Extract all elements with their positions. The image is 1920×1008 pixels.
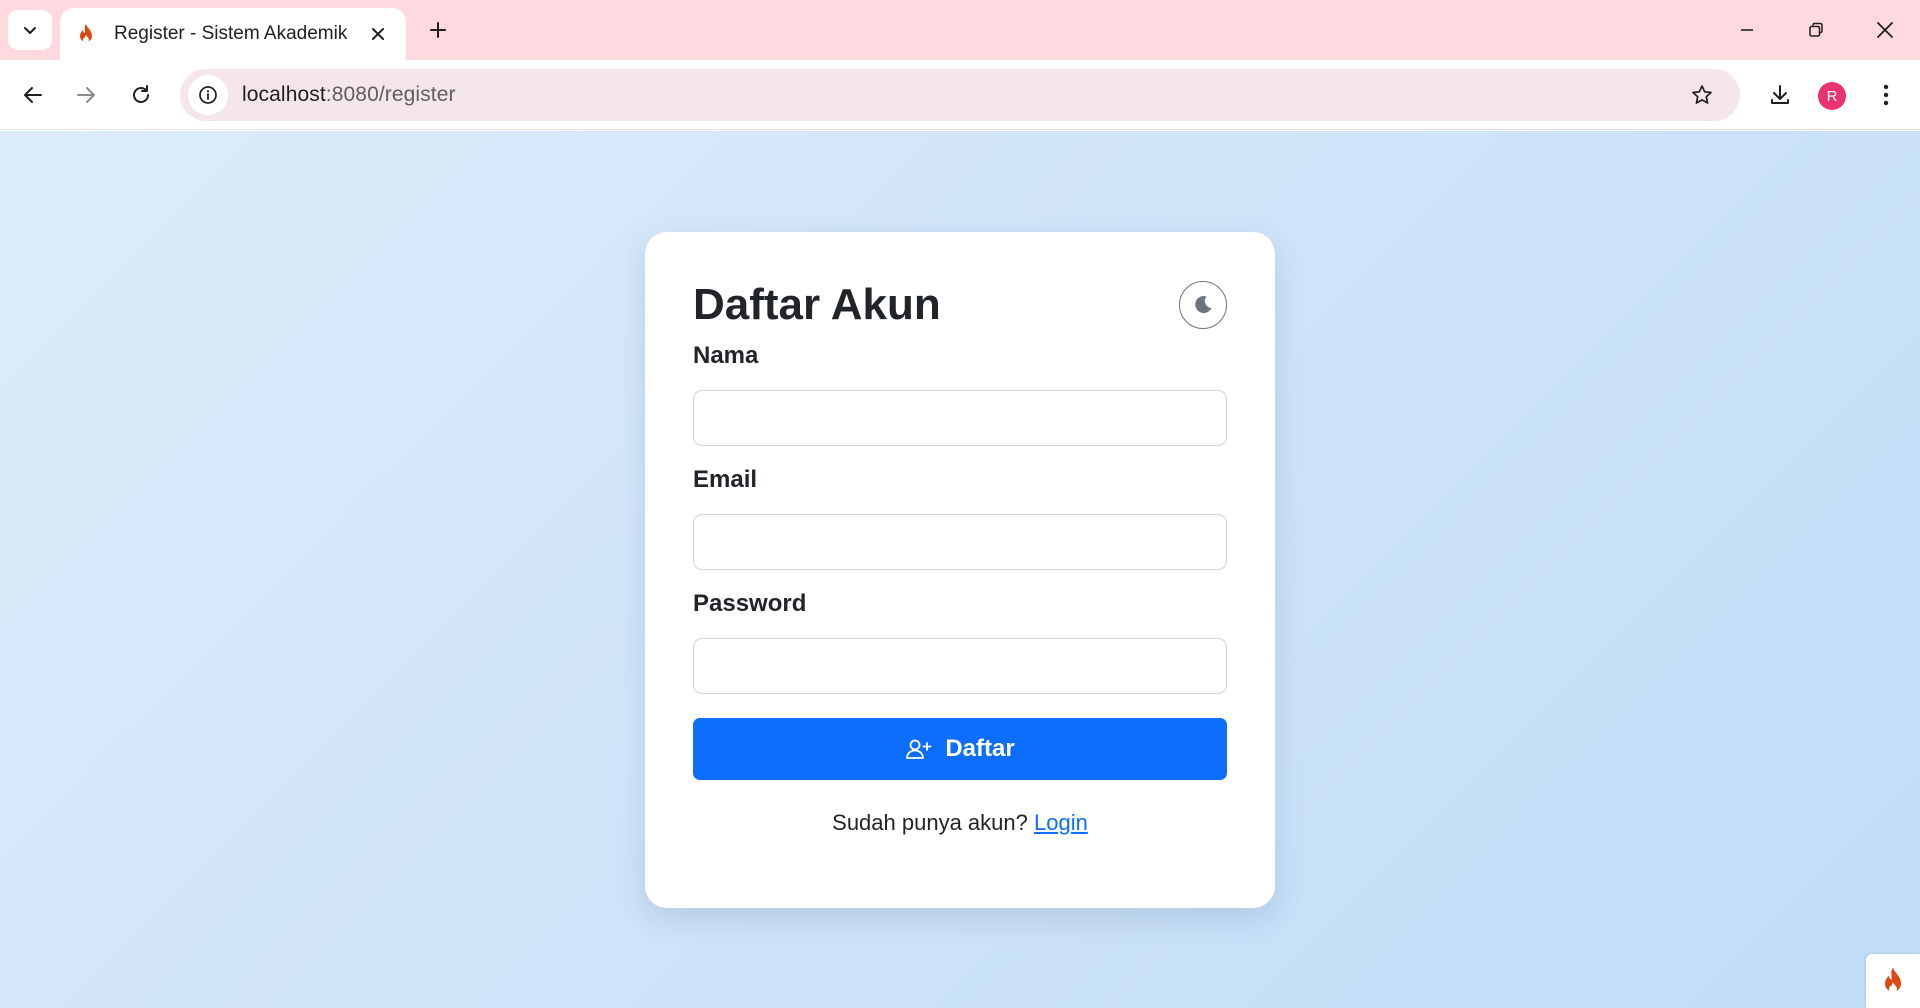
name-label: Nama xyxy=(693,342,759,369)
register-card: Daftar Akun Nama Email Password Daftar S… xyxy=(645,232,1275,908)
url-host: localhost xyxy=(242,83,326,106)
flame-icon xyxy=(74,22,98,46)
name-input[interactable] xyxy=(693,390,1227,446)
new-tab-button[interactable] xyxy=(420,12,456,48)
debug-toolbar-toggle[interactable] xyxy=(1866,954,1920,1008)
browser-toolbar: localhost:8080/register R xyxy=(0,60,1920,130)
browser-menu-button[interactable] xyxy=(1864,73,1908,117)
more-vert-icon xyxy=(1883,84,1889,106)
moon-icon xyxy=(1195,296,1212,314)
page-viewport: Daftar Akun Nama Email Password Daftar S… xyxy=(0,131,1920,1008)
chevron-down-icon xyxy=(24,27,36,34)
login-prompt-text: Sudah punya akun? xyxy=(832,810,1028,835)
register-submit-button[interactable]: Daftar xyxy=(693,718,1227,780)
password-label: Password xyxy=(693,590,807,617)
email-input[interactable] xyxy=(693,514,1227,570)
card-header: Daftar Akun xyxy=(693,232,1227,342)
tab-search-button[interactable] xyxy=(8,10,52,50)
back-button[interactable] xyxy=(11,73,55,117)
address-bar[interactable]: localhost:8080/register xyxy=(180,69,1740,121)
email-label: Email xyxy=(693,466,758,493)
close-icon xyxy=(372,28,384,40)
reload-icon xyxy=(133,85,149,103)
browser-tabstrip: Register - Sistem Akademik xyxy=(0,0,1920,60)
restore-button[interactable] xyxy=(1782,0,1850,60)
forward-button[interactable] xyxy=(64,73,108,117)
site-info-button[interactable] xyxy=(188,75,228,115)
page-title: Daftar Akun xyxy=(693,280,941,329)
minimize-button[interactable] xyxy=(1713,0,1781,60)
info-icon xyxy=(199,86,217,104)
close-window-button[interactable] xyxy=(1851,0,1919,60)
plus-icon xyxy=(430,22,446,38)
downloads-button[interactable] xyxy=(1758,73,1802,117)
restore-icon xyxy=(1809,22,1823,37)
person-add-icon xyxy=(906,739,932,759)
url-path: :8080/register xyxy=(325,83,456,106)
close-icon xyxy=(1877,22,1893,38)
password-input[interactable] xyxy=(693,638,1227,694)
minimize-icon xyxy=(1741,29,1753,31)
flame-icon xyxy=(1885,967,1901,993)
theme-toggle-button[interactable] xyxy=(1179,281,1227,329)
profile-avatar[interactable]: R xyxy=(1818,82,1846,110)
arrow-left-icon xyxy=(24,87,42,103)
tab-title: Register - Sistem Akademik xyxy=(114,23,348,44)
star-icon xyxy=(1692,85,1712,104)
login-prompt: Sudah punya akun? Login xyxy=(693,810,1227,836)
arrow-right-icon xyxy=(77,87,95,103)
register-submit-label: Daftar xyxy=(945,735,1015,762)
url-text: localhost:8080/register xyxy=(242,83,456,107)
login-link[interactable]: Login xyxy=(1034,810,1088,835)
download-icon xyxy=(1771,85,1789,104)
reload-button[interactable] xyxy=(119,73,163,117)
bookmark-button[interactable] xyxy=(1682,75,1722,115)
tab-close-button[interactable] xyxy=(364,20,392,48)
browser-tab-active[interactable]: Register - Sistem Akademik xyxy=(60,8,406,60)
